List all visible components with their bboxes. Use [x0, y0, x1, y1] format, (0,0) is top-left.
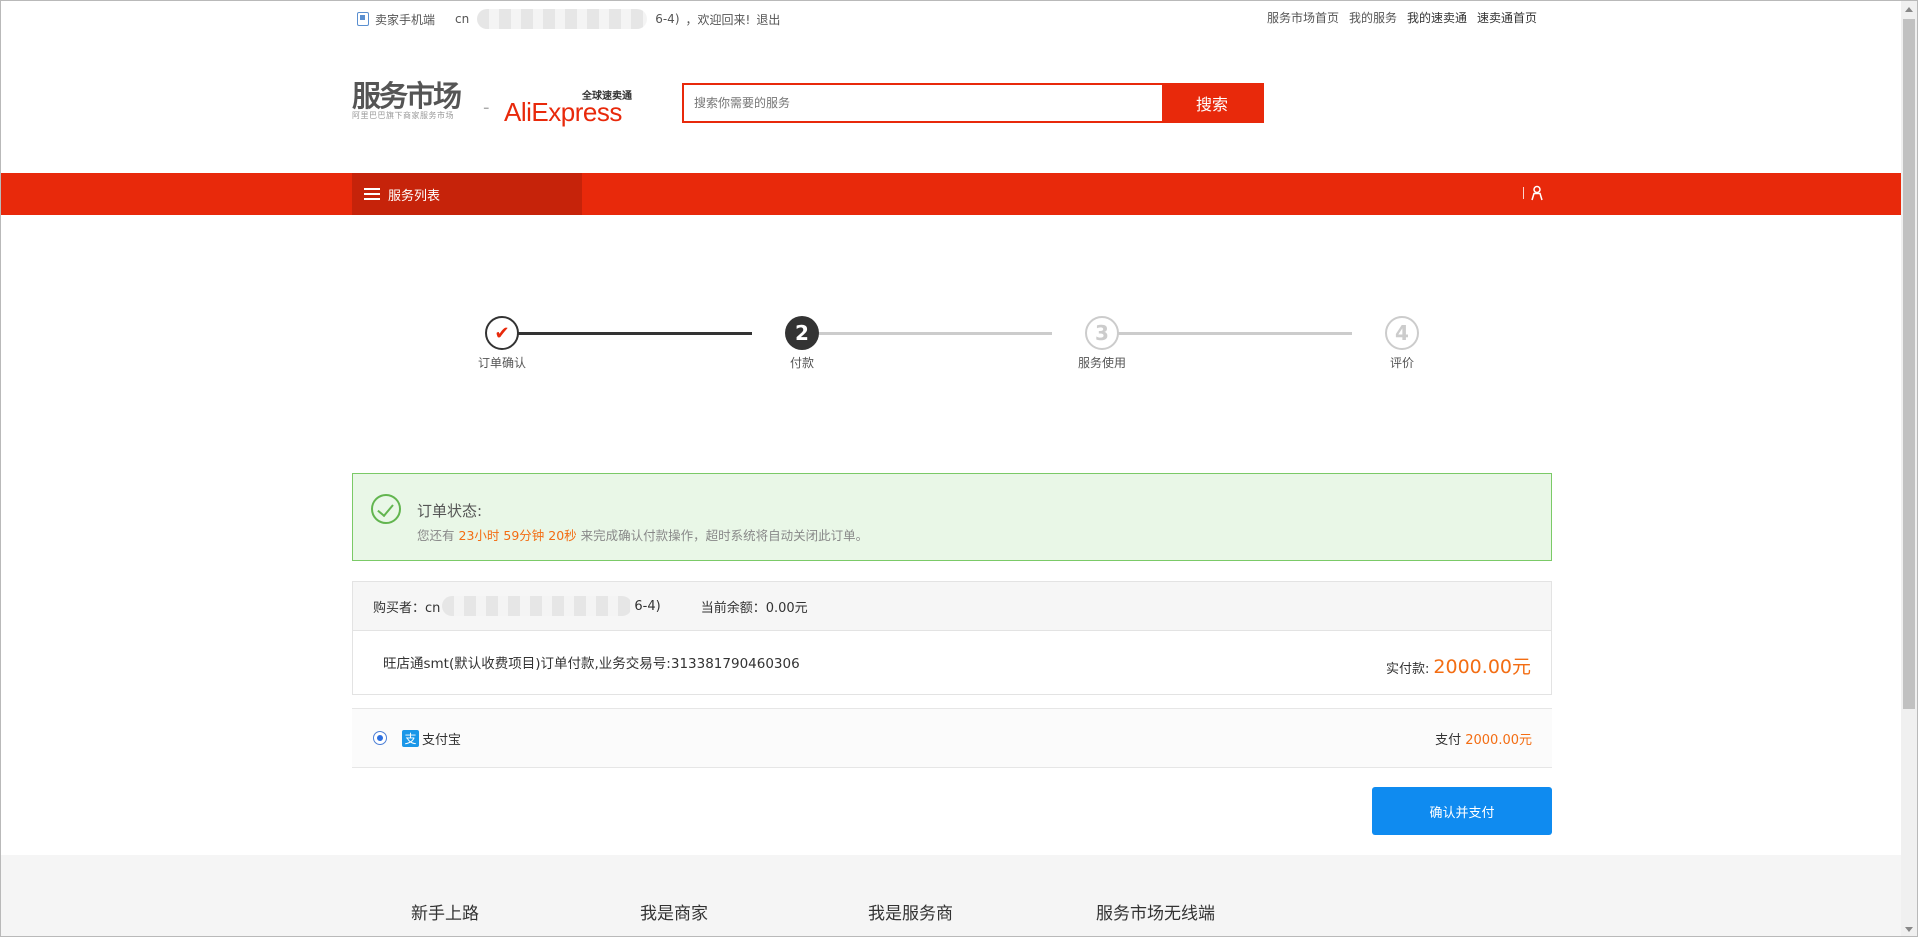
link-aliexpress-home[interactable]: 速卖通首页 [1477, 9, 1537, 26]
step-number: 2 [785, 316, 819, 350]
scrollbar-thumb[interactable] [1903, 19, 1915, 709]
username-prefix: cn [455, 12, 470, 26]
scroll-down-icon[interactable] [1905, 927, 1913, 932]
amount-label: 实付款: [1386, 662, 1430, 677]
link-my-services[interactable]: 我的服务 [1349, 9, 1397, 26]
alipay-label: 支付宝 [422, 733, 462, 748]
seller-mobile-link[interactable]: 卖家手机端 [375, 11, 435, 28]
alipay-option[interactable]: 支 支付宝 [402, 729, 461, 748]
checkmark-icon: ✔ [485, 316, 519, 350]
menu-icon [364, 188, 380, 200]
pay-label: 支付 [1435, 733, 1462, 748]
link-my-aliexpress[interactable]: 我的速卖通 [1407, 9, 1467, 26]
search-button[interactable]: 搜索 [1162, 85, 1262, 121]
mobile-icon[interactable] [357, 12, 369, 26]
divider [1523, 187, 1524, 199]
logout-link[interactable]: 退出 [756, 11, 780, 28]
footer-provider[interactable]: 我是服务商 [868, 899, 953, 924]
alipay-radio[interactable] [373, 731, 387, 745]
page: 卖家手机端 cn 6-4) ，欢迎回来! 退出 服务市场首页 我的服务 我的速卖… [0, 0, 1918, 937]
footer-merchant[interactable]: 我是商家 [640, 899, 708, 924]
service-list-menu[interactable]: 服务列表 [352, 173, 582, 215]
logo-text: 服务市场 [352, 79, 462, 113]
countdown-timer: 23小时 59分钟 20秒 [458, 528, 577, 543]
order-status-box: 订单状态: 您还有 23小时 59分钟 20秒 来完成确认付款操作，超时系统将自… [352, 473, 1552, 561]
scroll-up-icon[interactable] [1905, 7, 1913, 12]
payment-amount: 支付 2000.00元 [1435, 729, 1532, 748]
username-redacted [477, 9, 648, 29]
nav-bar: 服务列表 [1, 173, 1903, 215]
amount-value: 2000.00元 [1433, 656, 1531, 678]
alipay-icon: 支 [402, 730, 419, 747]
footer: 新手上路 我是商家 我是服务商 服务市场无线端 [1, 855, 1903, 936]
status-prefix: 您还有 [417, 528, 455, 543]
status-suffix: 来完成确认付款操作，超时系统将自动关闭此订单。 [580, 528, 869, 543]
user-menu[interactable] [1523, 185, 1544, 201]
logo-separator: - [483, 97, 490, 118]
pay-amount-value: 2000.00元 [1465, 733, 1532, 748]
footer-newbie[interactable]: 新手上路 [411, 899, 479, 924]
buyer-row: 购买者：cn 6-4) 当前余额：0.00元 [352, 581, 1552, 631]
user-icon [1531, 185, 1543, 201]
aliexpress-logo-en: AliExpress [504, 97, 622, 127]
order-status-title: 订单状态: [417, 502, 483, 520]
order-description: 旺店通smt(默认收费项目)订单付款,业务交易号:313381790460306 [383, 656, 800, 672]
username-suffix: 6-4) [655, 12, 680, 26]
header: 服务市场 阿里巴巴旗下商家服务市场 - 全球速卖通 AliExpress 搜索 [352, 71, 1264, 131]
step-number: 3 [1085, 316, 1119, 350]
buyer-suffix: 6-4) [634, 598, 661, 614]
step-payment: 2 付款 [767, 316, 837, 371]
top-bar: 卖家手机端 cn 6-4) ，欢迎回来! 退出 服务市场首页 我的服务 我的速卖… [1, 1, 1893, 33]
step-label: 评价 [1389, 356, 1414, 370]
order-status-message: 您还有 23小时 59分钟 20秒 来完成确认付款操作，超时系统将自动关闭此订单… [417, 525, 868, 544]
payment-method-row[interactable]: 支 支付宝 支付 2000.00元 [352, 708, 1552, 768]
step-label: 订单确认 [477, 356, 526, 370]
link-service-market-home[interactable]: 服务市场首页 [1267, 9, 1339, 26]
aliexpress-logo[interactable]: 全球速卖通 AliExpress [504, 87, 634, 127]
progress-steps: ✔ 订单确认 2 付款 3 服务使用 4 评价 [472, 316, 1422, 376]
service-list-label: 服务列表 [388, 188, 441, 204]
current-balance: 当前余额：0.00元 [700, 600, 808, 616]
step-order-confirm: ✔ 订单确认 [467, 316, 537, 371]
order-amount: 实付款: 2000.00元 [1386, 652, 1531, 679]
confirm-and-pay-button[interactable]: 确认并支付 [1372, 787, 1552, 835]
step-number: 4 [1385, 316, 1419, 350]
check-circle-icon [371, 494, 401, 524]
search-bar: 搜索 [682, 83, 1264, 123]
footer-mobile[interactable]: 服务市场无线端 [1096, 899, 1215, 924]
buyer-name-redacted [442, 596, 633, 616]
step-service-use: 3 服务使用 [1067, 316, 1137, 371]
buyer-label: 购买者：cn [373, 600, 441, 616]
vertical-scrollbar[interactable] [1901, 1, 1917, 936]
search-input[interactable] [684, 85, 1162, 121]
order-row: 旺店通smt(默认收费项目)订单付款,业务交易号:313381790460306… [352, 630, 1552, 695]
welcome-text: ，欢迎回来! [685, 12, 751, 27]
step-review: 4 评价 [1367, 316, 1437, 371]
top-bar-left: 卖家手机端 cn 6-4) ，欢迎回来! 退出 [357, 9, 780, 29]
service-market-logo[interactable]: 服务市场 阿里巴巴旗下商家服务市场 [352, 81, 474, 125]
top-bar-links: 服务市场首页 我的服务 我的速卖通 速卖通首页 [1267, 9, 1537, 26]
step-label: 服务使用 [1077, 356, 1126, 370]
step-label: 付款 [789, 356, 814, 370]
